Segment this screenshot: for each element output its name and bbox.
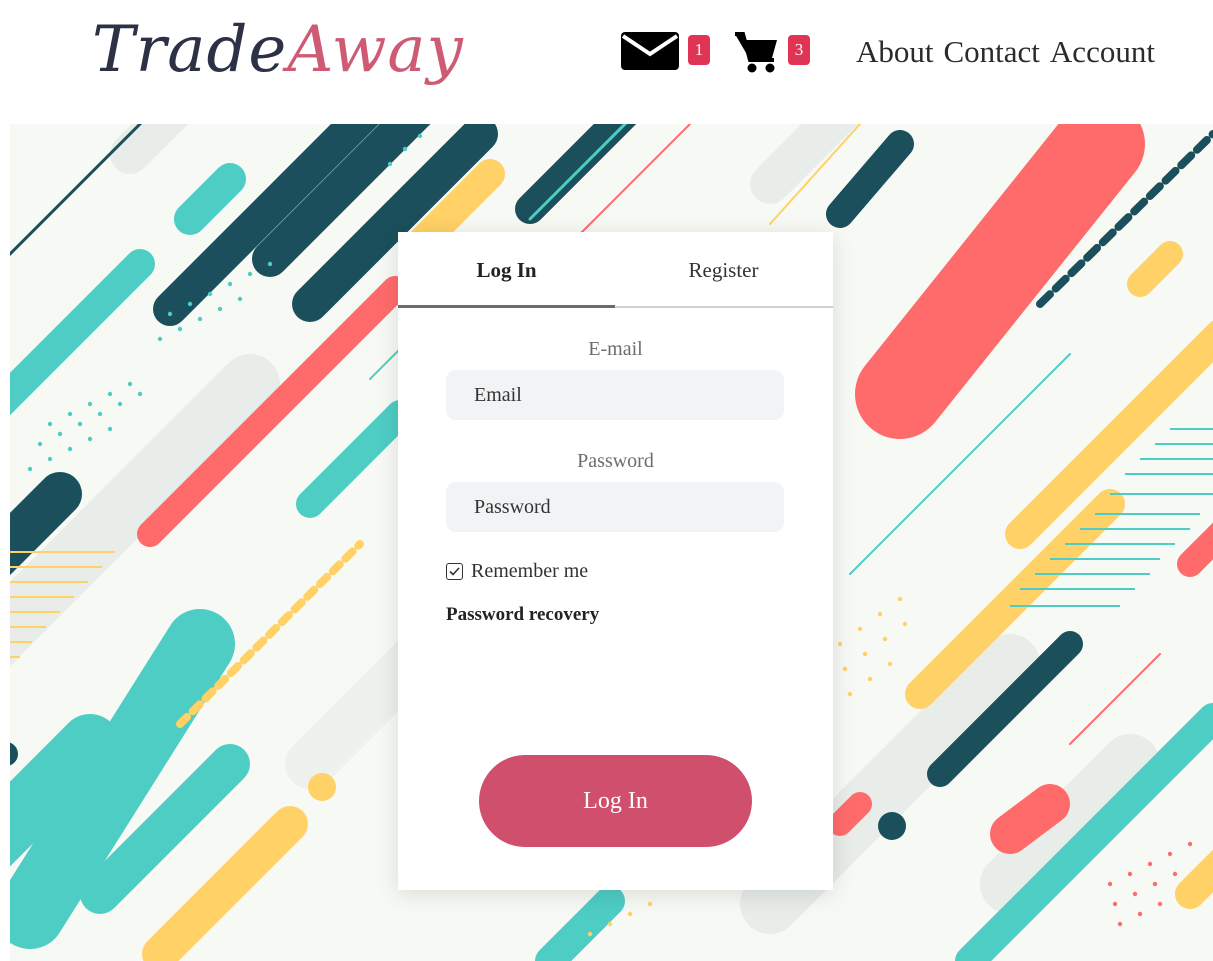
nav-account-link[interactable]: Account <box>1050 32 1155 72</box>
login-submit-button[interactable]: Log In <box>479 755 752 847</box>
remember-me-label: Remember me <box>471 560 589 582</box>
messages-button[interactable] <box>621 30 679 75</box>
site-header: TradeAway 1 3 About Contact Account <box>0 0 1213 122</box>
tab-login[interactable]: Log In <box>398 232 615 308</box>
nav-about-link[interactable]: About <box>856 32 934 72</box>
email-input[interactable] <box>446 370 784 420</box>
tab-register[interactable]: Register <box>615 232 832 308</box>
envelope-icon <box>621 32 679 70</box>
nav-contact-link[interactable]: Contact <box>944 32 1040 72</box>
auth-tabs: Log In Register <box>398 232 833 308</box>
login-card: Log In Register E-mail Password Remember… <box>398 232 833 890</box>
password-label: Password <box>577 450 654 472</box>
shopping-cart-icon <box>735 32 777 73</box>
brand-logo[interactable]: TradeAway <box>92 10 464 90</box>
checkbox-box[interactable] <box>446 563 463 580</box>
remember-me-checkbox[interactable]: Remember me <box>446 560 588 583</box>
password-recovery-link[interactable]: Password recovery <box>446 604 599 626</box>
main-nav: About Contact Account <box>856 32 1155 72</box>
cart-count-badge: 3 <box>788 35 810 65</box>
brand-name-part1: Trade <box>92 13 288 87</box>
cart-button[interactable] <box>734 30 778 79</box>
password-input[interactable] <box>446 482 784 532</box>
messages-count-badge: 1 <box>688 35 710 65</box>
check-icon <box>449 567 460 576</box>
active-tab-indicator <box>398 305 615 308</box>
email-label: E-mail <box>588 338 643 360</box>
brand-name-part2: Away <box>287 13 464 87</box>
